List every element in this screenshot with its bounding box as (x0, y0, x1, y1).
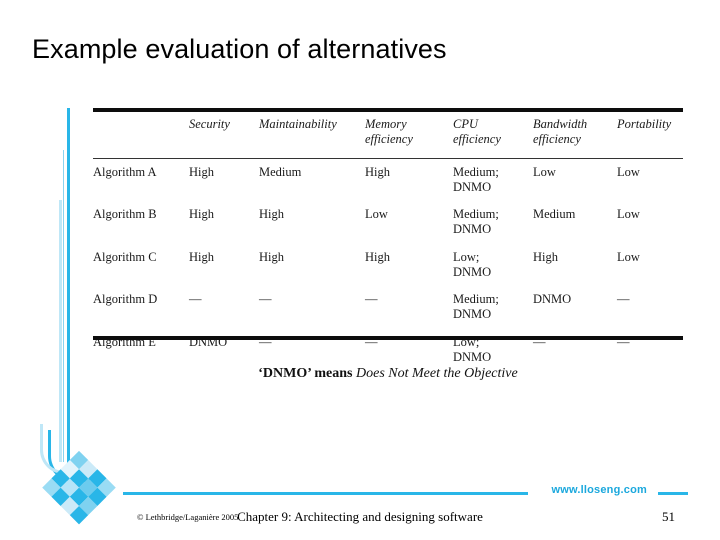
footer-chapter-title: Chapter 9: Architecting and designing so… (237, 509, 483, 524)
cell-cpu-efficiency: Low; DNMO (453, 249, 492, 279)
cell-security: High (189, 207, 214, 221)
cell-algorithm: Algorithm B (93, 207, 157, 221)
cell-memory-efficiency: High (365, 164, 390, 179)
decorative-vertical-line-outer (67, 108, 70, 470)
footer-rule-left (123, 492, 528, 495)
cell-security: — (189, 292, 202, 306)
column-header-security: Security (189, 112, 259, 159)
cell-cpu-efficiency: Medium; DNMO (453, 164, 499, 194)
footer-website-url[interactable]: www.lloseng.com (552, 484, 648, 496)
cell-memory-efficiency: — (365, 292, 378, 306)
cell-portability: Low (617, 164, 640, 179)
column-header-memory-efficiency: Memory efficiency (365, 112, 453, 159)
cell-bandwidth-efficiency: High (533, 249, 558, 264)
footer-page-number: 51 (662, 509, 675, 524)
table-bottom-rule (93, 336, 683, 340)
column-header-maintainability: Maintainability (259, 112, 365, 159)
column-header-cpu-efficiency: CPU efficiency (453, 112, 533, 159)
cell-portability: — (617, 292, 630, 306)
column-header-bandwidth-efficiency: Bandwidth efficiency (533, 112, 617, 159)
cell-cpu-efficiency: Medium; DNMO (453, 207, 499, 237)
footer-rule-right (658, 492, 688, 495)
decorative-vertical-line-middle (63, 150, 64, 462)
table-row: Algorithm D — — — Medium; DNMO DNMO — (93, 286, 683, 329)
cell-algorithm: Algorithm D (93, 292, 158, 306)
page-title: Example evaluation of alternatives (32, 34, 447, 64)
column-header-algorithm (93, 112, 189, 159)
decorative-vertical-line-inner (59, 200, 62, 462)
cell-maintainability: — (259, 292, 272, 306)
evaluation-table-container: Security Maintainability Memory efficien… (93, 108, 683, 373)
cell-bandwidth-efficiency: Low (533, 164, 556, 179)
cell-algorithm: Algorithm A (93, 164, 157, 179)
cell-portability: Low (617, 207, 640, 221)
cell-cpu-efficiency: Medium; DNMO (453, 292, 499, 322)
cell-maintainability: High (259, 207, 284, 221)
cell-portability: Low (617, 249, 640, 264)
column-header-portability: Portability (617, 112, 683, 159)
slide-canvas: Example evaluation of alternatives Secur… (0, 0, 720, 540)
cell-bandwidth-efficiency: Medium (533, 207, 576, 221)
table-row: Algorithm C High High High Low; DNMO Hig… (93, 244, 683, 287)
dnmo-legend-italic: Does Not Meet the Objective (356, 366, 518, 381)
table-header-row: Security Maintainability Memory efficien… (93, 112, 683, 159)
dnmo-legend-bold: ‘DNMO’ means (258, 366, 356, 381)
cell-security: High (189, 249, 214, 264)
cell-memory-efficiency: Low (365, 207, 388, 221)
cell-security: High (189, 164, 214, 179)
cell-maintainability: Medium (259, 164, 302, 179)
cell-bandwidth-efficiency: DNMO (533, 292, 572, 306)
cell-maintainability: High (259, 249, 284, 264)
evaluation-table: Security Maintainability Memory efficien… (93, 108, 683, 373)
table-row: Algorithm A High Medium High Medium; DNM… (93, 158, 683, 201)
table-row: Algorithm B High High Low Medium; DNMO M… (93, 201, 683, 244)
cell-memory-efficiency: High (365, 249, 390, 264)
cell-algorithm: Algorithm C (93, 249, 157, 264)
dnmo-legend-caption: ‘DNMO’ means Does Not Meet the Objective (93, 366, 683, 382)
